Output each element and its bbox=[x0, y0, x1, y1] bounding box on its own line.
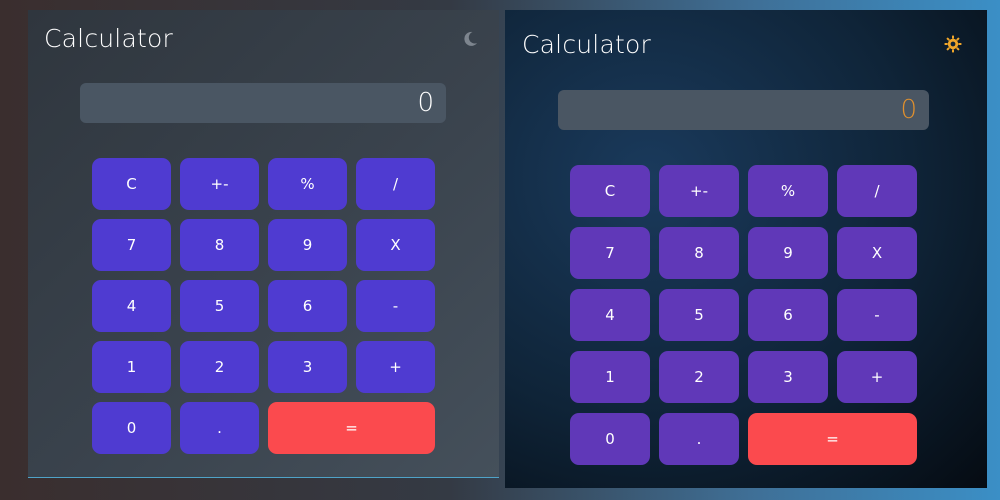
digit-8-button[interactable]: 8 bbox=[659, 227, 739, 279]
add-button[interactable]: + bbox=[356, 341, 435, 393]
multiply-button[interactable]: X bbox=[356, 219, 435, 271]
app-title: Calculator bbox=[522, 30, 651, 59]
keypad: C +- % / 7 8 9 X 4 5 6 - 1 2 3 + 0 . = bbox=[92, 158, 435, 454]
digit-6-button[interactable]: 6 bbox=[268, 280, 347, 332]
add-button[interactable]: + bbox=[837, 351, 917, 403]
digit-1-button[interactable]: 1 bbox=[92, 341, 171, 393]
digit-5-button[interactable]: 5 bbox=[180, 280, 259, 332]
multiply-button[interactable]: X bbox=[837, 227, 917, 279]
digit-5-button[interactable]: 5 bbox=[659, 289, 739, 341]
digit-2-button[interactable]: 2 bbox=[659, 351, 739, 403]
calculator-panel-dark-theme: Calculator 0 C +- % / 7 8 9 X 4 5 6 - 1 … bbox=[505, 10, 987, 488]
digit-0-button[interactable]: 0 bbox=[570, 413, 650, 465]
digit-7-button[interactable]: 7 bbox=[92, 219, 171, 271]
equals-button[interactable]: = bbox=[748, 413, 917, 465]
digit-9-button[interactable]: 9 bbox=[268, 219, 347, 271]
digit-9-button[interactable]: 9 bbox=[748, 227, 828, 279]
digit-6-button[interactable]: 6 bbox=[748, 289, 828, 341]
digit-7-button[interactable]: 7 bbox=[570, 227, 650, 279]
digit-1-button[interactable]: 1 bbox=[570, 351, 650, 403]
sun-icon[interactable] bbox=[944, 35, 962, 53]
calculator-display: 0 bbox=[80, 83, 446, 123]
digit-2-button[interactable]: 2 bbox=[180, 341, 259, 393]
sign-toggle-button[interactable]: +- bbox=[180, 158, 259, 210]
digit-3-button[interactable]: 3 bbox=[748, 351, 828, 403]
clear-button[interactable]: C bbox=[92, 158, 171, 210]
moon-icon[interactable] bbox=[461, 30, 479, 48]
equals-button[interactable]: = bbox=[268, 402, 435, 454]
clear-button[interactable]: C bbox=[570, 165, 650, 217]
percent-button[interactable]: % bbox=[268, 158, 347, 210]
calculator-panel-grey-theme: Calculator 0 C +- % / 7 8 9 X 4 5 6 - 1 … bbox=[28, 10, 499, 478]
digit-3-button[interactable]: 3 bbox=[268, 341, 347, 393]
digit-8-button[interactable]: 8 bbox=[180, 219, 259, 271]
app-title: Calculator bbox=[44, 24, 173, 53]
keypad: C +- % / 7 8 9 X 4 5 6 - 1 2 3 + 0 . = bbox=[570, 165, 917, 465]
calculator-display: 0 bbox=[558, 90, 929, 130]
divide-button[interactable]: / bbox=[356, 158, 435, 210]
subtract-button[interactable]: - bbox=[837, 289, 917, 341]
digit-4-button[interactable]: 4 bbox=[92, 280, 171, 332]
decimal-button[interactable]: . bbox=[180, 402, 259, 454]
subtract-button[interactable]: - bbox=[356, 280, 435, 332]
percent-button[interactable]: % bbox=[748, 165, 828, 217]
digit-4-button[interactable]: 4 bbox=[570, 289, 650, 341]
divide-button[interactable]: / bbox=[837, 165, 917, 217]
sign-toggle-button[interactable]: +- bbox=[659, 165, 739, 217]
digit-0-button[interactable]: 0 bbox=[92, 402, 171, 454]
decimal-button[interactable]: . bbox=[659, 413, 739, 465]
